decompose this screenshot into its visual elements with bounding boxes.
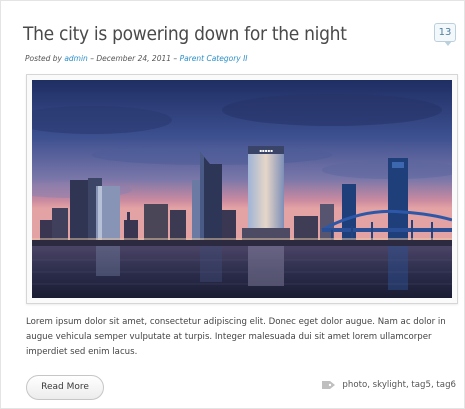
post-meta: Posted by admin – December 24, 2011 – Pa… (25, 54, 248, 63)
blog-post: The city is powering down for the night … (0, 0, 465, 409)
comment-count-badge[interactable]: 13 (434, 23, 456, 46)
post-date: December 24, 2011 (96, 54, 172, 63)
author-link[interactable]: admin (64, 54, 88, 63)
meta-prefix: Posted by (25, 54, 62, 63)
meta-separator: – (90, 54, 94, 63)
post-tags: photo, skylight, tag5, tag6 (322, 380, 456, 390)
skyline-photo: ▪▪▪▪▪ (32, 80, 452, 298)
category-link[interactable]: Parent Category II (180, 54, 248, 63)
read-more-button[interactable]: Read More (26, 375, 104, 400)
featured-image[interactable]: ▪▪▪▪▪ (26, 74, 458, 304)
meta-separator: – (173, 54, 178, 63)
svg-text:▪▪▪▪▪: ▪▪▪▪▪ (259, 148, 273, 153)
tag-icon (322, 381, 336, 389)
post-excerpt: Lorem ipsum dolor sit amet, consectetur … (26, 317, 446, 357)
tag-list[interactable]: photo, skylight, tag5, tag6 (342, 380, 456, 390)
post-title[interactable]: The city is powering down for the night (23, 23, 347, 45)
